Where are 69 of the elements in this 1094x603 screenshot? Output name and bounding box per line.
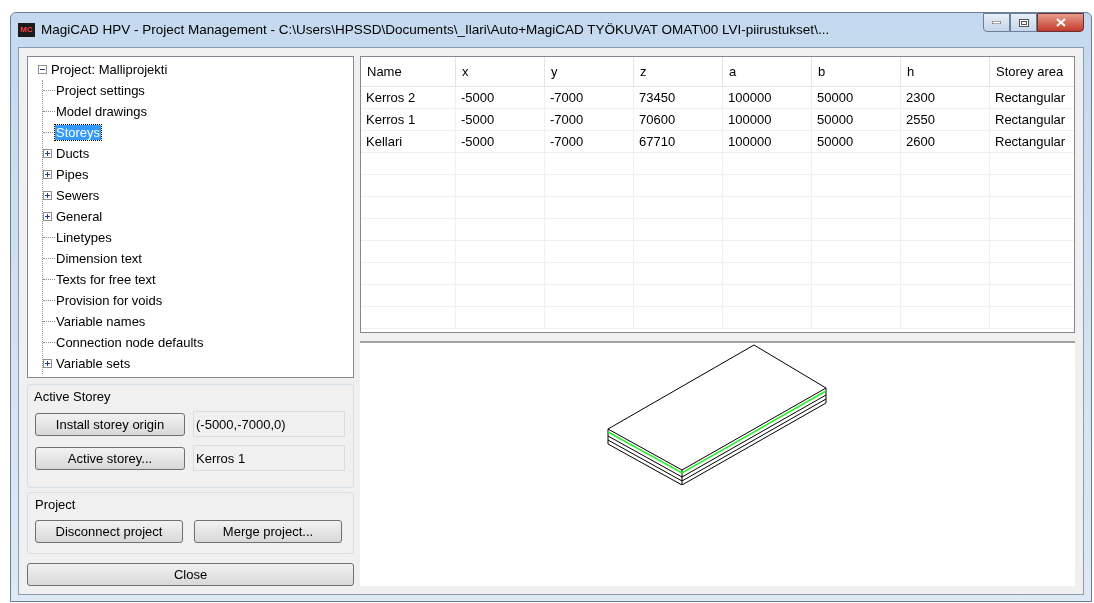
table-cell: 70600 <box>634 109 723 130</box>
group-title: Project <box>35 496 77 515</box>
column-header[interactable]: x <box>456 57 545 86</box>
table-cell: Kellari <box>361 131 456 152</box>
tree-item[interactable]: Connection node defaults <box>55 335 205 350</box>
table-cell: Kerros 2 <box>361 87 456 108</box>
table-cell: Rectangular <box>990 131 1074 152</box>
window-title: MagiCAD HPV - Project Management - C:\Users\HPSSD\Documents\_Ilari\Auto+MagiCAD TYÖKUVAT OMAT\00 LVI-piirustukset\... <box>41 20 830 39</box>
table-cell: Rectangular <box>990 109 1074 130</box>
minimize-button[interactable] <box>983 13 1010 32</box>
minimize-icon <box>992 21 1001 24</box>
expand-icon[interactable] <box>43 359 52 368</box>
table-cell: 2550 <box>901 109 990 130</box>
project-button[interactable]: Disconnect project <box>35 519 183 543</box>
tree-item[interactable]: Pipes <box>55 167 90 182</box>
column-header[interactable]: Storey area <box>990 57 1074 86</box>
table-cell: 50000 <box>812 87 901 108</box>
tree-item[interactable]: Model drawings <box>55 104 149 119</box>
table-cell: -5000 <box>456 109 545 130</box>
tree-item[interactable]: Ducts <box>55 146 91 161</box>
table-cell: 100000 <box>723 109 812 130</box>
expand-icon[interactable] <box>43 170 52 179</box>
table-cell: 2300 <box>901 87 990 108</box>
table-cell: 73450 <box>634 87 723 108</box>
column-header[interactable]: b <box>812 57 901 86</box>
maximize-icon <box>1018 18 1029 27</box>
table-cell: 100000 <box>723 87 812 108</box>
table-cell: 2600 <box>901 131 990 152</box>
tree-item[interactable]: Provision for voids <box>55 293 164 308</box>
tree-item[interactable]: Project settings <box>55 83 146 98</box>
tree-item[interactable]: Texts for free text <box>55 272 157 287</box>
tree-item[interactable]: Linetypes <box>55 230 113 245</box>
close-window-button[interactable] <box>1037 13 1084 32</box>
column-header[interactable]: h <box>901 57 990 86</box>
storey-button[interactable]: Install storey origin <box>35 412 185 436</box>
table-cell: 50000 <box>812 109 901 130</box>
column-header[interactable]: a <box>723 57 812 86</box>
expand-icon[interactable] <box>43 149 52 158</box>
app-icon: MC <box>18 23 35 37</box>
tree-item[interactable]: Variable names <box>55 314 147 329</box>
column-header[interactable]: Name <box>361 57 456 86</box>
value-field: Kerros 1 <box>193 445 345 472</box>
tree-item[interactable]: Variable sets <box>55 356 132 371</box>
tree-item[interactable]: Dimension text <box>55 251 143 266</box>
close-button[interactable]: Close <box>27 563 354 586</box>
table-cell: -5000 <box>456 87 545 108</box>
table-cell: -7000 <box>545 87 634 108</box>
storey-button[interactable]: Active storey... <box>35 446 185 470</box>
column-header[interactable]: z <box>634 57 723 86</box>
project-button[interactable]: Merge project... <box>194 519 342 543</box>
tree-item[interactable]: Project: Malliprojekti <box>50 62 169 77</box>
group-title: Active Storey <box>34 387 112 406</box>
expand-icon[interactable] <box>43 212 52 221</box>
tree-item[interactable]: Sewers <box>55 188 101 203</box>
expand-icon[interactable] <box>43 191 52 200</box>
close-icon <box>1055 18 1066 27</box>
table-cell: Rectangular <box>990 87 1074 108</box>
table-cell: 100000 <box>723 131 812 152</box>
column-header[interactable]: y <box>545 57 634 86</box>
maximize-button[interactable] <box>1010 13 1037 32</box>
tree-item[interactable]: General <box>55 209 104 224</box>
table-cell: -7000 <box>545 131 634 152</box>
table-cell: 67710 <box>634 131 723 152</box>
collapse-icon[interactable] <box>38 65 47 74</box>
table-cell: -5000 <box>456 131 545 152</box>
table-cell: 50000 <box>812 131 901 152</box>
table-cell: -7000 <box>545 109 634 130</box>
value-field: (-5000,-7000,0) <box>193 411 345 438</box>
table-cell: Kerros 1 <box>361 109 456 130</box>
